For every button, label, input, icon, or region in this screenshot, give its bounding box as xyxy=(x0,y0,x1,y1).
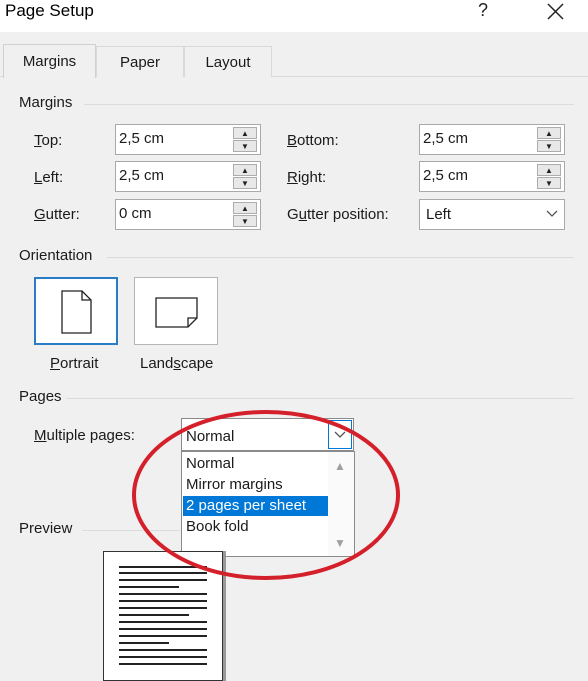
help-button[interactable]: ? xyxy=(478,0,494,21)
preview-text-line xyxy=(119,628,207,630)
chevron-down-icon xyxy=(546,210,558,217)
gutter-value[interactable]: 0 cm xyxy=(119,205,152,222)
preview-divider xyxy=(82,530,180,531)
multiple-pages-select[interactable]: Normal xyxy=(181,418,354,451)
option-2-pages-per-sheet[interactable]: 2 pages per sheet xyxy=(183,496,328,516)
option-normal[interactable]: Normal xyxy=(183,454,328,474)
gutter-position-select[interactable]: Left xyxy=(419,199,565,230)
tab-paper[interactable]: Paper xyxy=(96,46,184,77)
margins-divider xyxy=(84,104,574,105)
spin-down-icon[interactable]: ▼ xyxy=(233,140,257,152)
spin-up-icon[interactable]: ▲ xyxy=(537,127,561,139)
spin-down-icon[interactable]: ▼ xyxy=(537,177,561,189)
tab-strip: Margins Paper Layout xyxy=(0,44,588,78)
top-margin-value[interactable]: 2,5 cm xyxy=(119,130,164,147)
preview-text-line xyxy=(119,635,207,637)
preview-text-line xyxy=(119,663,207,665)
tab-margins[interactable]: Margins xyxy=(3,44,96,78)
left-label: Left: xyxy=(34,169,64,186)
landscape-label: Landscape xyxy=(140,355,214,372)
scroll-down-icon[interactable]: ▼ xyxy=(334,536,346,550)
portrait-page-icon xyxy=(61,290,92,334)
preview-text-line xyxy=(119,621,207,623)
preview-text-line xyxy=(119,586,179,588)
preview-text-line xyxy=(119,579,207,581)
spin-up-icon[interactable]: ▲ xyxy=(233,164,257,176)
bottom-label: Bottom: xyxy=(287,132,339,149)
tab-layout[interactable]: Layout xyxy=(184,46,272,77)
top-label: Top: xyxy=(34,132,63,149)
spin-up-icon[interactable]: ▲ xyxy=(537,164,561,176)
right-label: Right: xyxy=(287,169,327,186)
bottom-margin-spinner[interactable]: 2,5 cm ▲ ▼ xyxy=(419,124,565,155)
pages-section-label: Pages xyxy=(19,388,62,405)
multiple-pages-value: Normal xyxy=(186,428,235,445)
preview-text-line xyxy=(119,649,207,651)
scroll-up-icon[interactable]: ▲ xyxy=(334,459,346,473)
option-book-fold[interactable]: Book fold xyxy=(183,517,328,537)
orientation-section-label: Orientation xyxy=(19,247,93,264)
dialog-title: Page Setup xyxy=(5,1,94,20)
preview-text-line xyxy=(119,572,207,574)
orientation-divider xyxy=(107,257,574,258)
preview-text-line xyxy=(119,607,207,609)
left-margin-value[interactable]: 2,5 cm xyxy=(119,167,164,184)
spin-down-icon[interactable]: ▼ xyxy=(537,140,561,152)
gutter-spinner[interactable]: 0 cm ▲ ▼ xyxy=(115,199,261,230)
preview-text-line xyxy=(119,566,207,568)
spin-up-icon[interactable]: ▲ xyxy=(233,127,257,139)
margins-section-label: Margins xyxy=(19,94,73,111)
spin-down-icon[interactable]: ▼ xyxy=(233,177,257,189)
left-margin-spinner[interactable]: 2,5 cm ▲ ▼ xyxy=(115,161,261,192)
top-margin-spinner[interactable]: 2,5 cm ▲ ▼ xyxy=(115,124,261,155)
bottom-margin-value[interactable]: 2,5 cm xyxy=(423,130,468,147)
preview-section-label: Preview xyxy=(19,520,73,537)
preview-text-line xyxy=(119,600,207,602)
preview-text-line xyxy=(119,642,169,644)
option-mirror-margins[interactable]: Mirror margins xyxy=(183,475,328,495)
preview-page xyxy=(103,551,223,681)
preview-text-line xyxy=(119,614,189,616)
chevron-down-icon[interactable] xyxy=(328,420,352,449)
right-margin-spinner[interactable]: 2,5 cm ▲ ▼ xyxy=(419,161,565,192)
preview-text-line xyxy=(119,593,207,595)
spin-up-icon[interactable]: ▲ xyxy=(233,202,257,214)
close-icon[interactable] xyxy=(540,0,570,24)
multiple-pages-label: Multiple pages: xyxy=(34,427,135,444)
spin-down-icon[interactable]: ▼ xyxy=(233,215,257,227)
gutter-position-label: Gutter position: xyxy=(287,206,389,223)
portrait-button[interactable] xyxy=(34,277,118,345)
landscape-page-icon xyxy=(155,297,198,328)
title-bar: Page Setup ? xyxy=(0,0,588,32)
gutter-label: Gutter: xyxy=(34,206,80,223)
gutter-position-value: Left xyxy=(426,206,452,223)
landscape-button[interactable] xyxy=(134,277,218,345)
dropdown-scrollbar[interactable]: ▲ ▼ xyxy=(328,452,354,556)
multiple-pages-dropdown-list[interactable]: Normal Mirror margins 2 pages per sheet … xyxy=(181,451,355,557)
right-margin-value[interactable]: 2,5 cm xyxy=(423,167,468,184)
chevron-glyph-icon xyxy=(334,431,346,438)
preview-text-line xyxy=(119,656,207,658)
pages-divider xyxy=(66,398,574,399)
portrait-label: Portrait xyxy=(50,355,99,372)
